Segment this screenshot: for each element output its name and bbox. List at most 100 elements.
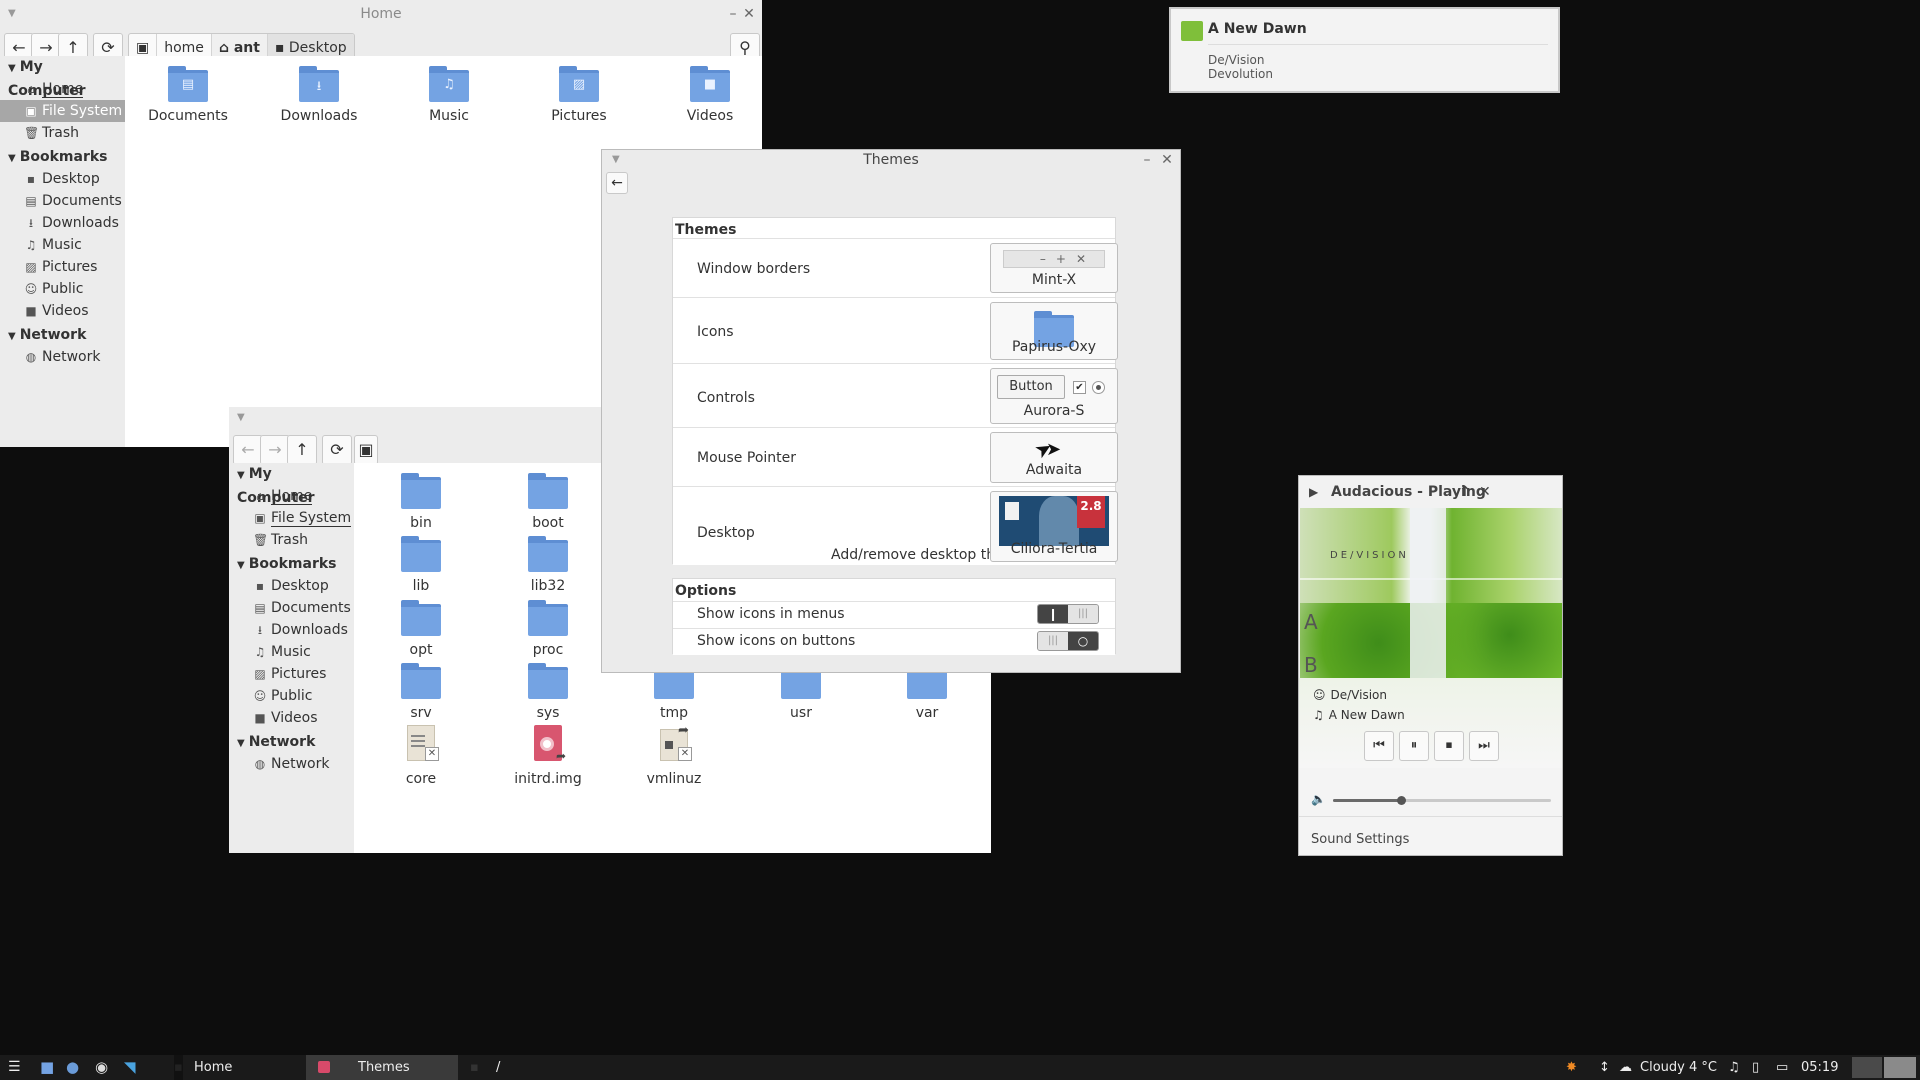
close-button[interactable]: ✕ (1479, 476, 1491, 508)
sidebar-item-videos[interactable]: ■ Videos (0, 300, 125, 322)
row-label: Icons (697, 324, 734, 340)
previous-track-button[interactable]: ⏮ (1364, 731, 1394, 761)
pointer-chooser[interactable]: ➤ Adwaita (990, 432, 1118, 483)
forward-button[interactable]: → (260, 435, 290, 465)
sidebar-item-documents[interactable]: ▤ Documents (0, 190, 125, 212)
music-tray-icon[interactable]: ♫ (1728, 1055, 1740, 1080)
archive-launcher-icon[interactable]: ◉ (95, 1055, 108, 1080)
file-item[interactable]: ➦ ✕ vmlinuz (614, 723, 734, 787)
sidebar-item-downloads[interactable]: ⭳ Downloads (229, 619, 354, 641)
back-button[interactable]: ← (233, 435, 263, 465)
folder-item[interactable]: boot (488, 473, 608, 531)
next-track-button[interactable]: ⏭ (1469, 731, 1499, 761)
file-item[interactable]: ➦ initrd.img (488, 725, 608, 787)
transport-controls: ⏮ ⏸ ⏹ ⏭ (1364, 731, 1504, 761)
folder-item[interactable]: lib32 (488, 536, 608, 594)
section-bookmarks[interactable]: ▼ Bookmarks (0, 146, 125, 168)
sidebar-item-file-system[interactable]: ▣ File System (229, 507, 354, 529)
window-menu-icon[interactable]: ▼ (8, 0, 16, 28)
volume-slider[interactable] (1333, 796, 1551, 805)
file-item[interactable]: ✕ core (361, 725, 481, 787)
sidebar-item-trash[interactable]: 🗑 Trash (229, 529, 354, 551)
sidebar-item-downloads[interactable]: ⭳ Downloads (0, 212, 125, 234)
sidebar-item-music[interactable]: ♫ Music (0, 234, 125, 256)
window-menu-icon[interactable]: ▼ (237, 407, 245, 429)
now-playing-notification[interactable]: A New Dawn De/Vision Devolution (1169, 7, 1560, 93)
sidebar-item-pictures[interactable]: ▨ Pictures (0, 256, 125, 278)
sidebar-item-pictures[interactable]: ▨ Pictures (229, 663, 354, 685)
workspace-2[interactable] (1884, 1057, 1916, 1078)
desktop-chooser[interactable]: 2.8 Ciliora-Tertia (990, 491, 1118, 562)
folder-item[interactable]: sys (488, 663, 608, 721)
sidebar-item-public[interactable]: ☺ Public (229, 685, 354, 707)
themes-titlebar[interactable]: ▼ Themes – ✕ (602, 150, 1180, 170)
player-titlebar[interactable]: ▶ Audacious - Playing ↑ ✕ (1299, 476, 1562, 508)
sidebar-item-trash[interactable]: 🗑 Trash (0, 122, 125, 144)
root-drive-button[interactable]: ▣ (354, 435, 378, 465)
network-updown-icon[interactable]: ↕ (1599, 1055, 1610, 1080)
section-bookmarks[interactable]: ▼ Bookmarks (229, 553, 354, 575)
weather-text[interactable]: Cloudy 4 °C (1640, 1055, 1717, 1080)
file-item[interactable]: ■ Videos (650, 66, 762, 124)
sound-settings-link[interactable]: Sound Settings (1311, 832, 1409, 847)
file-manager-launcher-icon[interactable]: ■ (40, 1055, 54, 1080)
task-themes[interactable]: Themes (306, 1055, 458, 1080)
folder-item[interactable]: proc (488, 600, 608, 658)
workspace-1[interactable] (1852, 1057, 1882, 1078)
window-menu-icon[interactable]: ▼ (612, 150, 620, 170)
close-button[interactable]: ✕ (1158, 150, 1176, 170)
file-item[interactable]: ♫ Music (389, 66, 509, 124)
sidebar-item-network[interactable]: ◍ Network (229, 753, 354, 775)
file-item[interactable]: ▨ Pictures (519, 66, 639, 124)
redshift-icon[interactable]: ✸ (1566, 1055, 1577, 1080)
controls-chooser[interactable]: Button ✔ Aurora-S (990, 368, 1118, 424)
menu-icon[interactable]: ☰ (8, 1055, 21, 1080)
icons-chooser[interactable]: Papirus-Oxy (990, 302, 1118, 360)
sidebar-item-desktop[interactable]: ▪ Desktop (229, 575, 354, 597)
screen-icon[interactable]: ▭ (1776, 1055, 1788, 1080)
stop-button[interactable]: ⏹ (1434, 731, 1464, 761)
sidebar-item-documents[interactable]: ▤ Documents (229, 597, 354, 619)
sidebar-item-file-system[interactable]: ▣ File System (0, 100, 125, 122)
sidebar-item-videos[interactable]: ■ Videos (229, 707, 354, 729)
window-borders-chooser[interactable]: –+✕ Mint-X (990, 243, 1118, 293)
home-titlebar[interactable]: ▼ Home – ✕ (0, 0, 762, 28)
folder-item[interactable]: srv (361, 663, 481, 721)
icons-on-buttons-switch[interactable]: ||| ○ (1037, 631, 1099, 651)
task-label: Home (194, 1060, 233, 1075)
task-icon: ▪ (470, 1060, 479, 1075)
sidebar-item-desktop[interactable]: ▪ Desktop (0, 168, 125, 190)
telegram-launcher-icon[interactable]: ◥ (124, 1055, 136, 1080)
up-button[interactable]: ↑ (287, 435, 317, 465)
raise-button[interactable]: ↑ (1459, 476, 1471, 508)
file-item[interactable]: ▤ Documents (128, 66, 248, 124)
section-my-computer[interactable]: ▼ My Computer (0, 56, 125, 99)
clock[interactable]: 05:19 (1801, 1055, 1838, 1080)
section-my-computer[interactable]: ▼ My Computer (229, 463, 354, 506)
minimize-button[interactable]: – (1138, 150, 1156, 170)
folder-item[interactable]: lib (361, 536, 481, 594)
section-network[interactable]: ▼ Network (229, 731, 354, 753)
battery-icon[interactable]: ▯ (1752, 1055, 1759, 1080)
weather-icon[interactable]: ☁ (1619, 1055, 1632, 1080)
browser-launcher-icon[interactable]: ● (66, 1055, 79, 1080)
sidebar-item-network[interactable]: ◍ Network (0, 346, 125, 368)
volume-handle[interactable] (1396, 796, 1406, 805)
task-root[interactable]: ▪ / (466, 1055, 616, 1080)
close-button[interactable]: ✕ (740, 0, 758, 28)
folder-item[interactable]: opt (361, 600, 481, 658)
pause-button[interactable]: ⏸ (1399, 731, 1429, 761)
task-home[interactable]: ▪ Home (160, 1055, 300, 1080)
folder-item[interactable]: bin (361, 473, 481, 531)
reload-button[interactable]: ⟳ (322, 435, 352, 465)
picture-icon: ▨ (254, 667, 266, 681)
sidebar-item-public[interactable]: ☺ Public (0, 278, 125, 300)
back-button[interactable]: ← (606, 172, 628, 194)
sidebar-item-music[interactable]: ♫ Music (229, 641, 354, 663)
file-item[interactable]: ⭳ Downloads (259, 66, 379, 124)
taskbar: ☰ ■ ● ◉ ◥ ▪ Home Themes ▪ / ✸ ↕ ☁ Cloudy 4… (0, 1055, 1920, 1080)
icons-in-menus-switch[interactable]: ❙ ||| (1037, 604, 1099, 624)
section-label: Bookmarks (19, 149, 108, 165)
section-network[interactable]: ▼ Network (0, 324, 125, 346)
sidebar-item-label: Trash (271, 532, 308, 548)
